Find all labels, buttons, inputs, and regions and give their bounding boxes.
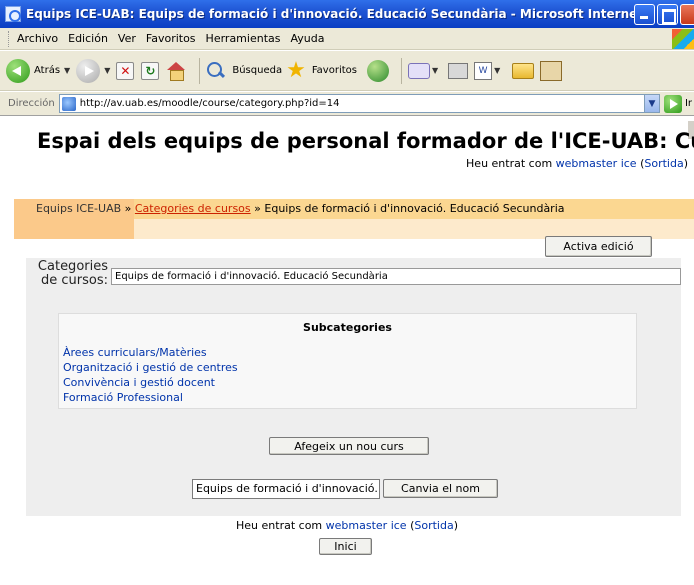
category-label: Categories de cursos: — [26, 260, 108, 288]
address-url[interactable]: http://av.uab.es/moodle/course/category.… — [80, 98, 340, 109]
research-icon[interactable] — [540, 60, 563, 81]
category-label-line1: Categories — [37, 259, 108, 274]
breadcrumb: Equips ICE-UAB » Categories de cursos » … — [36, 202, 565, 215]
toolbar-grip — [8, 30, 11, 47]
menu-ver[interactable]: Ver — [118, 32, 136, 45]
login-prefix: Heu entrat com — [236, 519, 323, 532]
address-input[interactable]: http://av.uab.es/moodle/course/category.… — [58, 94, 660, 113]
category-name-input[interactable]: Equips de formació i d'innovació. — [192, 479, 380, 499]
rename-category-button[interactable]: Canvia el nom — [383, 479, 498, 498]
turn-editing-on-button[interactable]: Activa edició — [545, 236, 652, 257]
folder-icon[interactable] — [512, 62, 535, 79]
subcategories-heading: Subcategories — [303, 321, 392, 334]
menu-edicion[interactable]: Edición — [68, 32, 108, 45]
favorites-star-icon[interactable]: ★ — [286, 59, 306, 82]
paren-close: ) — [683, 157, 688, 170]
menu-herramientas[interactable]: Herramientas — [206, 32, 281, 45]
site-title: Espai dels equips de personal formador d… — [37, 129, 694, 153]
back-button-label[interactable]: Atrás — [34, 65, 60, 76]
breadcrumb-separator: » — [254, 202, 261, 215]
address-bar: Dirección http://av.uab.es/moodle/course… — [0, 92, 694, 116]
navigation-bar: Equips ICE-UAB » Categories de cursos » … — [14, 199, 694, 239]
search-button-label[interactable]: Búsqueda — [232, 65, 282, 76]
back-arrow-icon[interactable] — [6, 58, 30, 83]
login-prefix: Heu entrat com — [466, 157, 553, 170]
refresh-icon[interactable]: ↻ — [141, 61, 160, 80]
forward-dropdown-icon[interactable]: ▼ — [104, 66, 110, 75]
search-icon[interactable] — [206, 61, 226, 81]
paren-close: ) — [453, 519, 458, 532]
go-button-label[interactable]: Ir — [685, 98, 692, 109]
category-label-line2: de cursos: — [41, 273, 108, 288]
menu-favoritos[interactable]: Favoritos — [146, 32, 196, 45]
category-panel: Categories de cursos: Equips de formació… — [26, 258, 681, 516]
close-button[interactable] — [680, 3, 694, 25]
user-link[interactable]: webmaster ice — [556, 157, 637, 170]
forward-arrow-icon[interactable] — [76, 58, 101, 83]
subcategory-link[interactable]: Àrees curriculars/Matèries — [63, 345, 238, 360]
maximize-button[interactable] — [657, 3, 678, 25]
standard-toolbar: Atrás ▼ ▼ ✕ ↻ Búsqueda ★ Favoritos ▼ W ▼ — [0, 51, 694, 91]
breadcrumb-categories-link[interactable]: Categories de cursos — [135, 202, 251, 215]
edit-word-icon[interactable]: W — [474, 61, 493, 80]
logout-link[interactable]: Sortida — [414, 519, 453, 532]
user-link[interactable]: webmaster ice — [326, 519, 407, 532]
toolbar-separator — [199, 57, 201, 84]
menu-bar: Archivo Edición Ver Favoritos Herramient… — [0, 28, 694, 50]
toolbar-separator — [400, 57, 402, 84]
subcategory-link[interactable]: Convivència i gestió docent — [63, 375, 238, 390]
minimize-button[interactable] — [634, 3, 655, 25]
menu-ayuda[interactable]: Ayuda — [290, 32, 324, 45]
address-dropdown-icon[interactable]: ▼ — [643, 95, 659, 112]
subcategory-link[interactable]: Organització i gestió de centres — [63, 360, 238, 375]
add-course-button[interactable]: Afegeix un nou curs — [269, 437, 429, 455]
mail-icon[interactable] — [407, 62, 430, 79]
page-content: Espai dels equips de personal formador d… — [0, 117, 694, 585]
favorites-button-label[interactable]: Favoritos — [312, 65, 357, 76]
window-title: Equips ICE-UAB: Equips de formació i d'i… — [26, 7, 634, 21]
logout-link[interactable]: Sortida — [644, 157, 683, 170]
subcategory-link[interactable]: Formació Professional — [63, 390, 238, 405]
go-arrow-icon[interactable] — [663, 94, 682, 113]
window-titlebar: Equips ICE-UAB: Equips de formació i d'i… — [0, 0, 694, 28]
media-icon[interactable] — [366, 59, 389, 82]
login-info-top: Heu entrat com webmaster ice (Sortida) — [466, 157, 688, 170]
subcategories-box: Subcategories Àrees curriculars/Matèries… — [58, 313, 637, 409]
breadcrumb-separator: » — [124, 202, 132, 215]
edit-dropdown-icon[interactable]: ▼ — [494, 66, 500, 75]
breadcrumb-current: Equips de formació i d'innovació. Educac… — [264, 202, 565, 215]
windows-logo-icon — [672, 28, 694, 49]
mail-dropdown-icon[interactable]: ▼ — [432, 66, 438, 75]
page-icon — [61, 96, 76, 111]
address-label: Dirección — [8, 98, 55, 109]
category-select[interactable]: Equips de formació i d'innovació. Educac… — [111, 268, 681, 285]
login-info-bottom: Heu entrat com webmaster ice (Sortida) — [0, 519, 694, 532]
ie-icon — [5, 6, 21, 22]
home-button[interactable]: Inici — [319, 538, 372, 555]
breadcrumb-home[interactable]: Equips ICE-UAB — [36, 202, 121, 215]
stop-icon[interactable]: ✕ — [116, 61, 135, 80]
menu-archivo[interactable]: Archivo — [17, 32, 58, 45]
print-icon[interactable] — [448, 62, 469, 79]
back-dropdown-icon[interactable]: ▼ — [64, 66, 70, 75]
home-icon[interactable] — [166, 61, 186, 81]
subcategories-list: Àrees curriculars/Matèries Organització … — [63, 345, 238, 405]
